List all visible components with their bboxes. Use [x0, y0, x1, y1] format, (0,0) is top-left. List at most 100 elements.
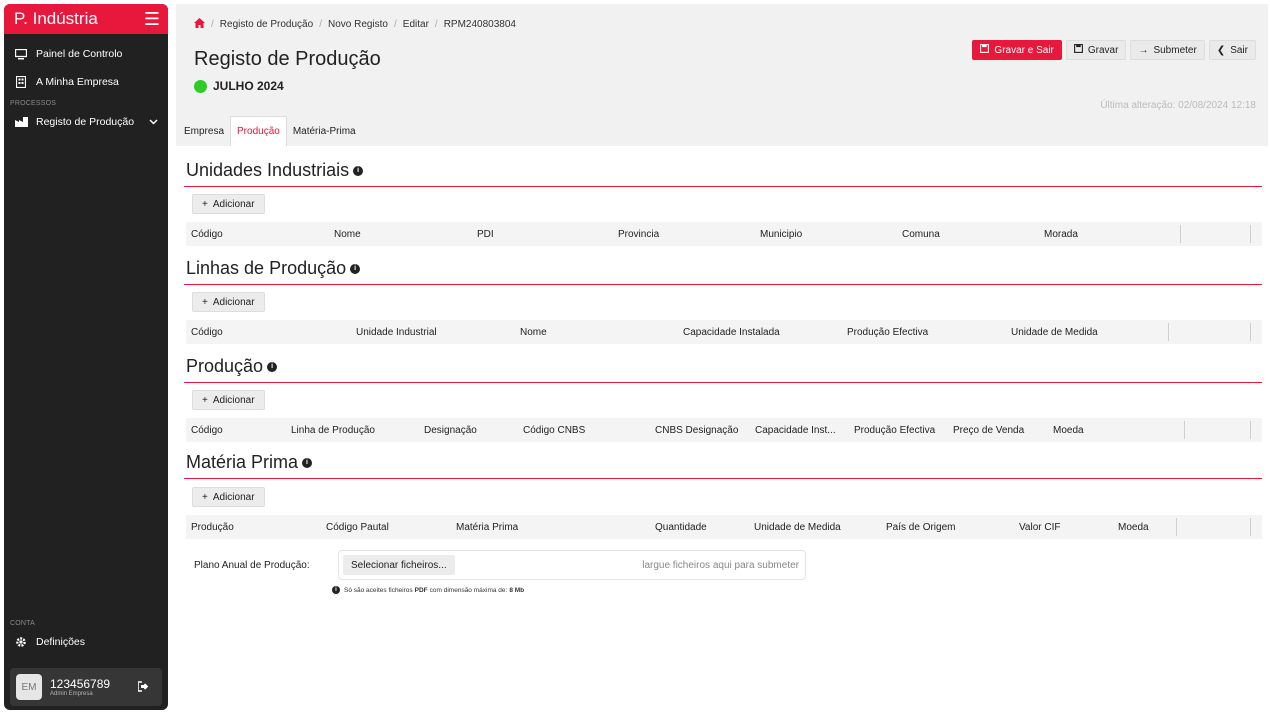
column-header[interactable]: Morada: [1044, 222, 1078, 246]
sidebar-item-label: Registo de Produção: [36, 116, 135, 128]
factory-icon: [14, 115, 28, 129]
column-header[interactable]: Código Pautal: [326, 515, 389, 539]
user-id: 123456789: [50, 676, 111, 691]
save-label: Gravar: [1087, 44, 1119, 56]
info-icon[interactable]: i: [267, 361, 278, 372]
section-title-text: Unidades Industriais: [186, 160, 350, 180]
column-divider: [1180, 225, 1181, 243]
column-divider: [1250, 225, 1251, 243]
add-unidade-button[interactable]: + Adicionar: [192, 194, 265, 214]
breadcrumb-item[interactable]: Novo Registo: [328, 19, 388, 30]
monitor-icon: [14, 47, 28, 61]
save-exit-label: Gravar e Sair: [994, 44, 1054, 56]
column-divider: [1250, 518, 1251, 536]
tab-producao[interactable]: Produção: [230, 116, 287, 146]
breadcrumb-item[interactable]: Registo de Produção: [220, 19, 313, 30]
plus-icon: +: [202, 491, 208, 503]
add-materia-button[interactable]: + Adicionar: [192, 487, 265, 507]
column-header[interactable]: Valor CIF: [1019, 515, 1061, 539]
page-title: Registo de Produção: [194, 48, 381, 70]
column-header[interactable]: Capacidade Inst...: [755, 418, 836, 442]
column-header[interactable]: Produção Efectiva: [854, 418, 935, 442]
section-divider: [184, 186, 1262, 187]
breadcrumb-separator: /: [211, 19, 214, 30]
upload-note: i Só são aceites ficheiros PDF com dimen…: [332, 586, 524, 594]
sidebar-item-label: A Minha Empresa: [36, 76, 119, 88]
add-label: Adicionar: [212, 394, 255, 406]
add-producao-button[interactable]: + Adicionar: [192, 390, 265, 410]
column-header[interactable]: Comuna: [902, 222, 940, 246]
column-header[interactable]: Produção Efectiva: [847, 320, 928, 344]
add-linha-button[interactable]: + Adicionar: [192, 292, 265, 312]
column-header[interactable]: Código: [191, 222, 223, 246]
sidebar-item-empresa[interactable]: A Minha Empresa: [4, 68, 168, 96]
column-header[interactable]: Designação: [424, 418, 477, 442]
file-dropzone[interactable]: Selecionar ficheiros... largue ficheiros…: [338, 550, 806, 580]
section-title-linhas: Linhas de Produção i: [186, 258, 361, 279]
info-icon[interactable]: i: [302, 457, 313, 468]
column-header[interactable]: Unidade de Medida: [1011, 320, 1098, 344]
chevron-down-icon: [149, 117, 158, 128]
section-title-producao: Produção i: [186, 356, 278, 377]
brand-name[interactable]: P. Indústria: [14, 9, 98, 29]
building-icon: [14, 75, 28, 89]
home-icon[interactable]: [194, 18, 205, 31]
exit-button[interactable]: ❮ Sair: [1208, 40, 1256, 60]
save-button[interactable]: Gravar: [1065, 40, 1127, 60]
column-header[interactable]: Matéria Prima: [456, 515, 518, 539]
column-header[interactable]: Provincia: [618, 222, 659, 246]
column-header[interactable]: Código: [191, 418, 223, 442]
column-header[interactable]: Moeda: [1053, 418, 1084, 442]
plus-icon: +: [202, 296, 208, 308]
sidebar-item-label: Painel de Controlo: [36, 48, 123, 60]
column-header[interactable]: Quantidade: [655, 515, 707, 539]
column-divider: [1250, 421, 1251, 439]
info-icon[interactable]: i: [353, 165, 364, 176]
column-header[interactable]: Municipio: [760, 222, 802, 246]
info-icon[interactable]: i: [350, 263, 361, 274]
column-header[interactable]: Preço de Venda: [953, 418, 1024, 442]
column-header[interactable]: Nome: [520, 320, 547, 344]
avatar[interactable]: EM: [16, 674, 42, 700]
sidebar-item-painel[interactable]: Painel de Controlo: [4, 40, 168, 68]
breadcrumb-item[interactable]: Editar: [403, 19, 429, 30]
hamburger-icon[interactable]: ☰: [144, 10, 160, 28]
upload-label: Plano Anual de Produção:: [194, 559, 310, 571]
select-files-button[interactable]: Selecionar ficheiros...: [343, 555, 455, 575]
section-divider: [184, 284, 1262, 285]
user-role: Admin Empresa: [50, 690, 93, 697]
section-title-text: Linhas de Produção: [186, 258, 347, 278]
column-header[interactable]: Capacidade Instalada: [683, 320, 780, 344]
breadcrumb-separator: /: [434, 19, 438, 30]
column-header[interactable]: País de Origem: [886, 515, 955, 539]
section-title-text: Matéria Prima: [186, 452, 299, 472]
sidebar-item-registo[interactable]: Registo de Produção: [4, 111, 168, 133]
floppy-icon: [1073, 44, 1083, 56]
breadcrumb: / Registo de Produção / Novo Registo / E…: [194, 18, 516, 31]
column-header[interactable]: Linha de Produção: [291, 418, 375, 442]
plus-icon: +: [202, 394, 208, 406]
section-divider: [184, 382, 1262, 383]
logout-icon[interactable]: [137, 680, 150, 695]
chevron-left-icon: ❮: [1216, 44, 1226, 56]
table-header-linhas: Código Unidade Industrial Nome Capacidad…: [186, 320, 1262, 344]
column-header[interactable]: PDI: [477, 222, 494, 246]
column-header[interactable]: CNBS Designação: [655, 418, 738, 442]
column-header[interactable]: Unidade de Medida: [754, 515, 841, 539]
column-header[interactable]: Produção: [191, 515, 234, 539]
column-header[interactable]: Código CNBS: [523, 418, 585, 442]
submit-button[interactable]: → Submeter: [1130, 40, 1205, 60]
note-file-type: PDF: [414, 586, 428, 594]
section-title-materia: Matéria Prima i: [186, 452, 313, 473]
column-header[interactable]: Unidade Industrial: [356, 320, 437, 344]
sidebar: P. Indústria ☰ Painel de Controlo A Minh…: [4, 4, 168, 710]
sidebar-item-definicoes[interactable]: Definições: [4, 628, 168, 656]
tab-empresa[interactable]: Empresa: [178, 116, 230, 146]
brand-bar: P. Indústria ☰: [4, 4, 168, 34]
column-header[interactable]: Moeda: [1118, 515, 1149, 539]
tab-bar: Empresa Produção Matéria-Prima: [176, 116, 1268, 146]
column-header[interactable]: Nome: [334, 222, 361, 246]
save-exit-button[interactable]: Gravar e Sair: [972, 40, 1062, 60]
tab-materia-prima[interactable]: Matéria-Prima: [287, 116, 362, 146]
column-header[interactable]: Código: [191, 320, 223, 344]
